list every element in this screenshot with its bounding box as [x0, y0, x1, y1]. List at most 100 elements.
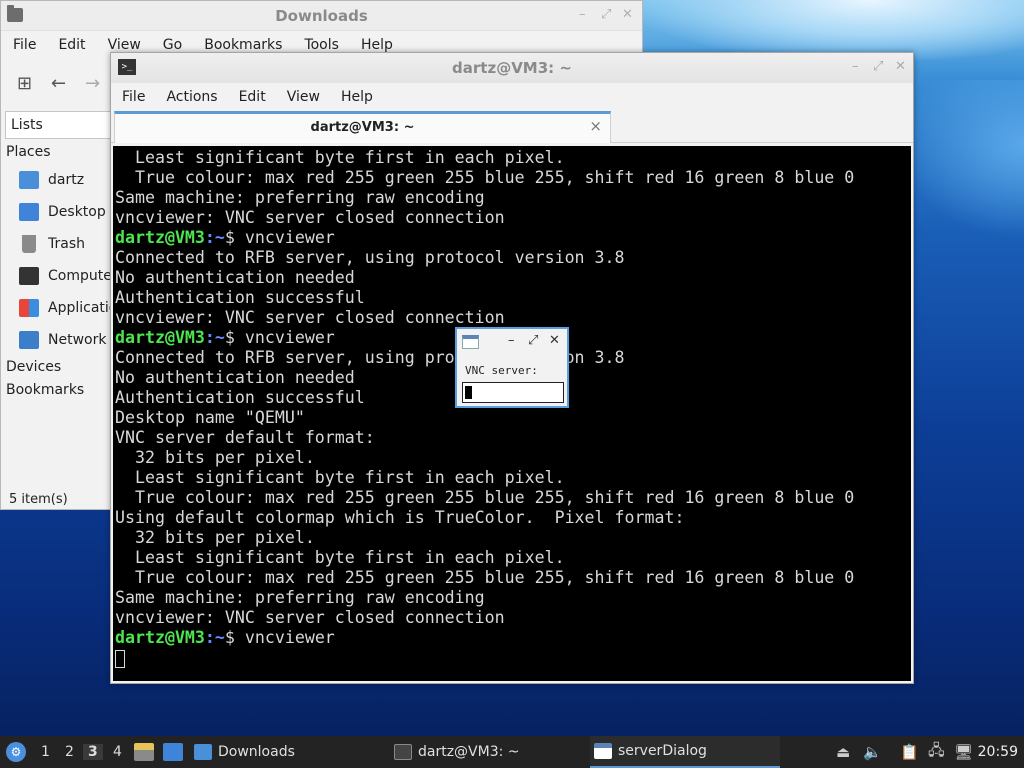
- close-icon[interactable]: ✕: [895, 59, 906, 74]
- menu-edit[interactable]: Edit: [228, 89, 276, 111]
- places-item-label: dartz: [48, 172, 85, 188]
- server-dialog[interactable]: – ⤢ ✕ VNC server:: [455, 327, 569, 408]
- task-label: Downloads: [218, 744, 295, 760]
- terminal-output[interactable]: Least significant byte first in each pix…: [113, 146, 911, 681]
- prompt-path: :~: [204, 228, 225, 247]
- terminal-titlebar[interactable]: >_ dartz@VM3: ~ – ⤢ ✕: [111, 53, 913, 83]
- network-tray-icon[interactable]: 🖧: [928, 736, 945, 768]
- places-item-home[interactable]: dartz: [1, 164, 111, 196]
- task-downloads[interactable]: Downloads: [194, 736, 384, 768]
- dialog-titlebar[interactable]: – ⤢ ✕: [457, 329, 567, 355]
- output-line: Connected to RFB server, using protocol …: [115, 248, 625, 267]
- output-line: No authentication needed: [115, 268, 355, 287]
- file-manager-launcher-icon[interactable]: [134, 743, 154, 761]
- command-text: $ vncviewer: [224, 628, 335, 647]
- trash-icon: [22, 235, 36, 253]
- eject-icon[interactable]: ⏏: [836, 736, 850, 768]
- workspace-3[interactable]: 3: [83, 744, 103, 760]
- close-icon[interactable]: ✕: [622, 7, 633, 22]
- menu-edit[interactable]: Edit: [46, 32, 95, 58]
- home-folder-icon: [19, 171, 39, 189]
- workspace-4[interactable]: 4: [108, 744, 127, 760]
- places-item-trash[interactable]: Trash: [1, 228, 111, 260]
- computer-icon: [19, 267, 39, 285]
- command-text: $ vncviewer: [224, 328, 335, 347]
- new-tab-icon[interactable]: ⊞: [17, 73, 32, 94]
- places-item-label: Desktop: [48, 204, 106, 220]
- minimize-icon[interactable]: –: [579, 7, 586, 22]
- tab-close-icon[interactable]: ×: [589, 117, 602, 135]
- terminal-tabbar: dartz@VM3: ~ ×: [111, 111, 913, 143]
- output-line: Desktop name "QEMU": [115, 408, 305, 427]
- places-header[interactable]: Places: [1, 141, 111, 164]
- output-line: Least significant byte first in each pix…: [115, 468, 565, 487]
- close-icon[interactable]: ✕: [549, 333, 560, 348]
- output-line: 32 bits per pixel.: [115, 528, 315, 547]
- start-menu-button[interactable]: ⚙: [6, 736, 26, 768]
- prompt-path: :~: [204, 628, 225, 647]
- prompt-user: dartz@VM3: [115, 328, 205, 347]
- prompt-user: dartz@VM3: [115, 228, 205, 247]
- back-arrow-icon[interactable]: ←: [51, 73, 66, 94]
- workspace-1[interactable]: 1: [36, 744, 55, 760]
- terminal-menubar: File Actions Edit View Help: [111, 83, 913, 111]
- places-item-desktop[interactable]: Desktop: [1, 196, 111, 228]
- output-line: Same machine: preferring raw encoding: [115, 588, 485, 607]
- output-line: Using default colormap which is TrueColo…: [115, 508, 685, 527]
- places-item-network[interactable]: Network: [1, 324, 111, 356]
- output-line: True colour: max red 255 green 255 blue …: [115, 568, 855, 587]
- minimize-icon[interactable]: –: [852, 59, 859, 74]
- cursor-line: [115, 648, 911, 668]
- places-item-computer[interactable]: Computer: [1, 260, 111, 292]
- bookmarks-header[interactable]: Bookmarks: [1, 379, 111, 402]
- menu-file[interactable]: File: [111, 89, 155, 111]
- maximize-icon[interactable]: ⤢: [873, 59, 883, 74]
- clipboard-icon[interactable]: 📋: [900, 736, 919, 768]
- volume-icon[interactable]: 🔈: [863, 736, 882, 768]
- places-item-label: Applications: [48, 300, 111, 316]
- task-terminal[interactable]: dartz@VM3: ~: [394, 736, 584, 768]
- workspace-2[interactable]: 2: [60, 744, 79, 760]
- wallpaper-highlight: [640, 0, 1024, 60]
- folder-icon: [194, 744, 212, 760]
- window-icon: [594, 743, 612, 759]
- menu-actions[interactable]: Actions: [155, 89, 227, 111]
- terminal-cursor: [115, 649, 125, 668]
- forward-arrow-icon[interactable]: →: [85, 73, 100, 94]
- terminal-title: dartz@VM3: ~: [452, 59, 572, 77]
- prompt-path: :~: [204, 328, 225, 347]
- prompt-line: dartz@VM3:~$ vncviewer: [115, 628, 911, 648]
- terminal-icon: [394, 744, 412, 760]
- places-item-label: Trash: [48, 236, 85, 252]
- update-icon[interactable]: 🖥: [954, 736, 973, 768]
- output-line: True colour: max red 255 green 255 blue …: [115, 168, 855, 187]
- show-desktop-icon[interactable]: [163, 743, 183, 761]
- file-manager-toolbar: ⊞ ← →: [1, 63, 111, 107]
- file-manager-titlebar[interactable]: Downloads – ⤢ ✕: [1, 1, 642, 31]
- output-line: Least significant byte first in each pix…: [115, 548, 565, 567]
- menu-help[interactable]: Help: [330, 89, 383, 111]
- devices-header[interactable]: Devices: [1, 356, 111, 379]
- maximize-icon[interactable]: ⤢: [601, 7, 611, 22]
- menu-view[interactable]: View: [276, 89, 330, 111]
- output-line: 32 bits per pixel.: [115, 448, 315, 467]
- task-server-dialog[interactable]: serverDialog: [590, 736, 780, 768]
- taskbar: ⚙ 1 2 3 4 Downloads dartz@VM3: ~ serverD…: [0, 736, 1024, 768]
- places-item-applications[interactable]: Applications: [1, 292, 111, 324]
- menu-file[interactable]: File: [1, 32, 46, 58]
- applications-icon: [19, 299, 39, 317]
- status-bar: 5 item(s): [9, 492, 68, 507]
- output-line: True colour: max red 255 green 255 blue …: [115, 488, 855, 507]
- command-text: $ vncviewer: [224, 228, 335, 247]
- side-pane-mode-select[interactable]: Lists: [5, 111, 111, 139]
- maximize-icon[interactable]: ⤢: [528, 333, 538, 348]
- minimize-icon[interactable]: –: [508, 333, 515, 348]
- terminal-tab[interactable]: dartz@VM3: ~ ×: [114, 111, 611, 143]
- prompt-user: dartz@VM3: [115, 628, 205, 647]
- output-line: vncviewer: VNC server closed connection: [115, 208, 505, 227]
- output-line: vncviewer: VNC server closed connection: [115, 608, 505, 627]
- places-item-label: Computer: [48, 268, 111, 284]
- file-manager-title: Downloads: [275, 7, 368, 25]
- vnc-server-input[interactable]: [462, 382, 564, 403]
- tab-label: dartz@VM3: ~: [310, 120, 415, 135]
